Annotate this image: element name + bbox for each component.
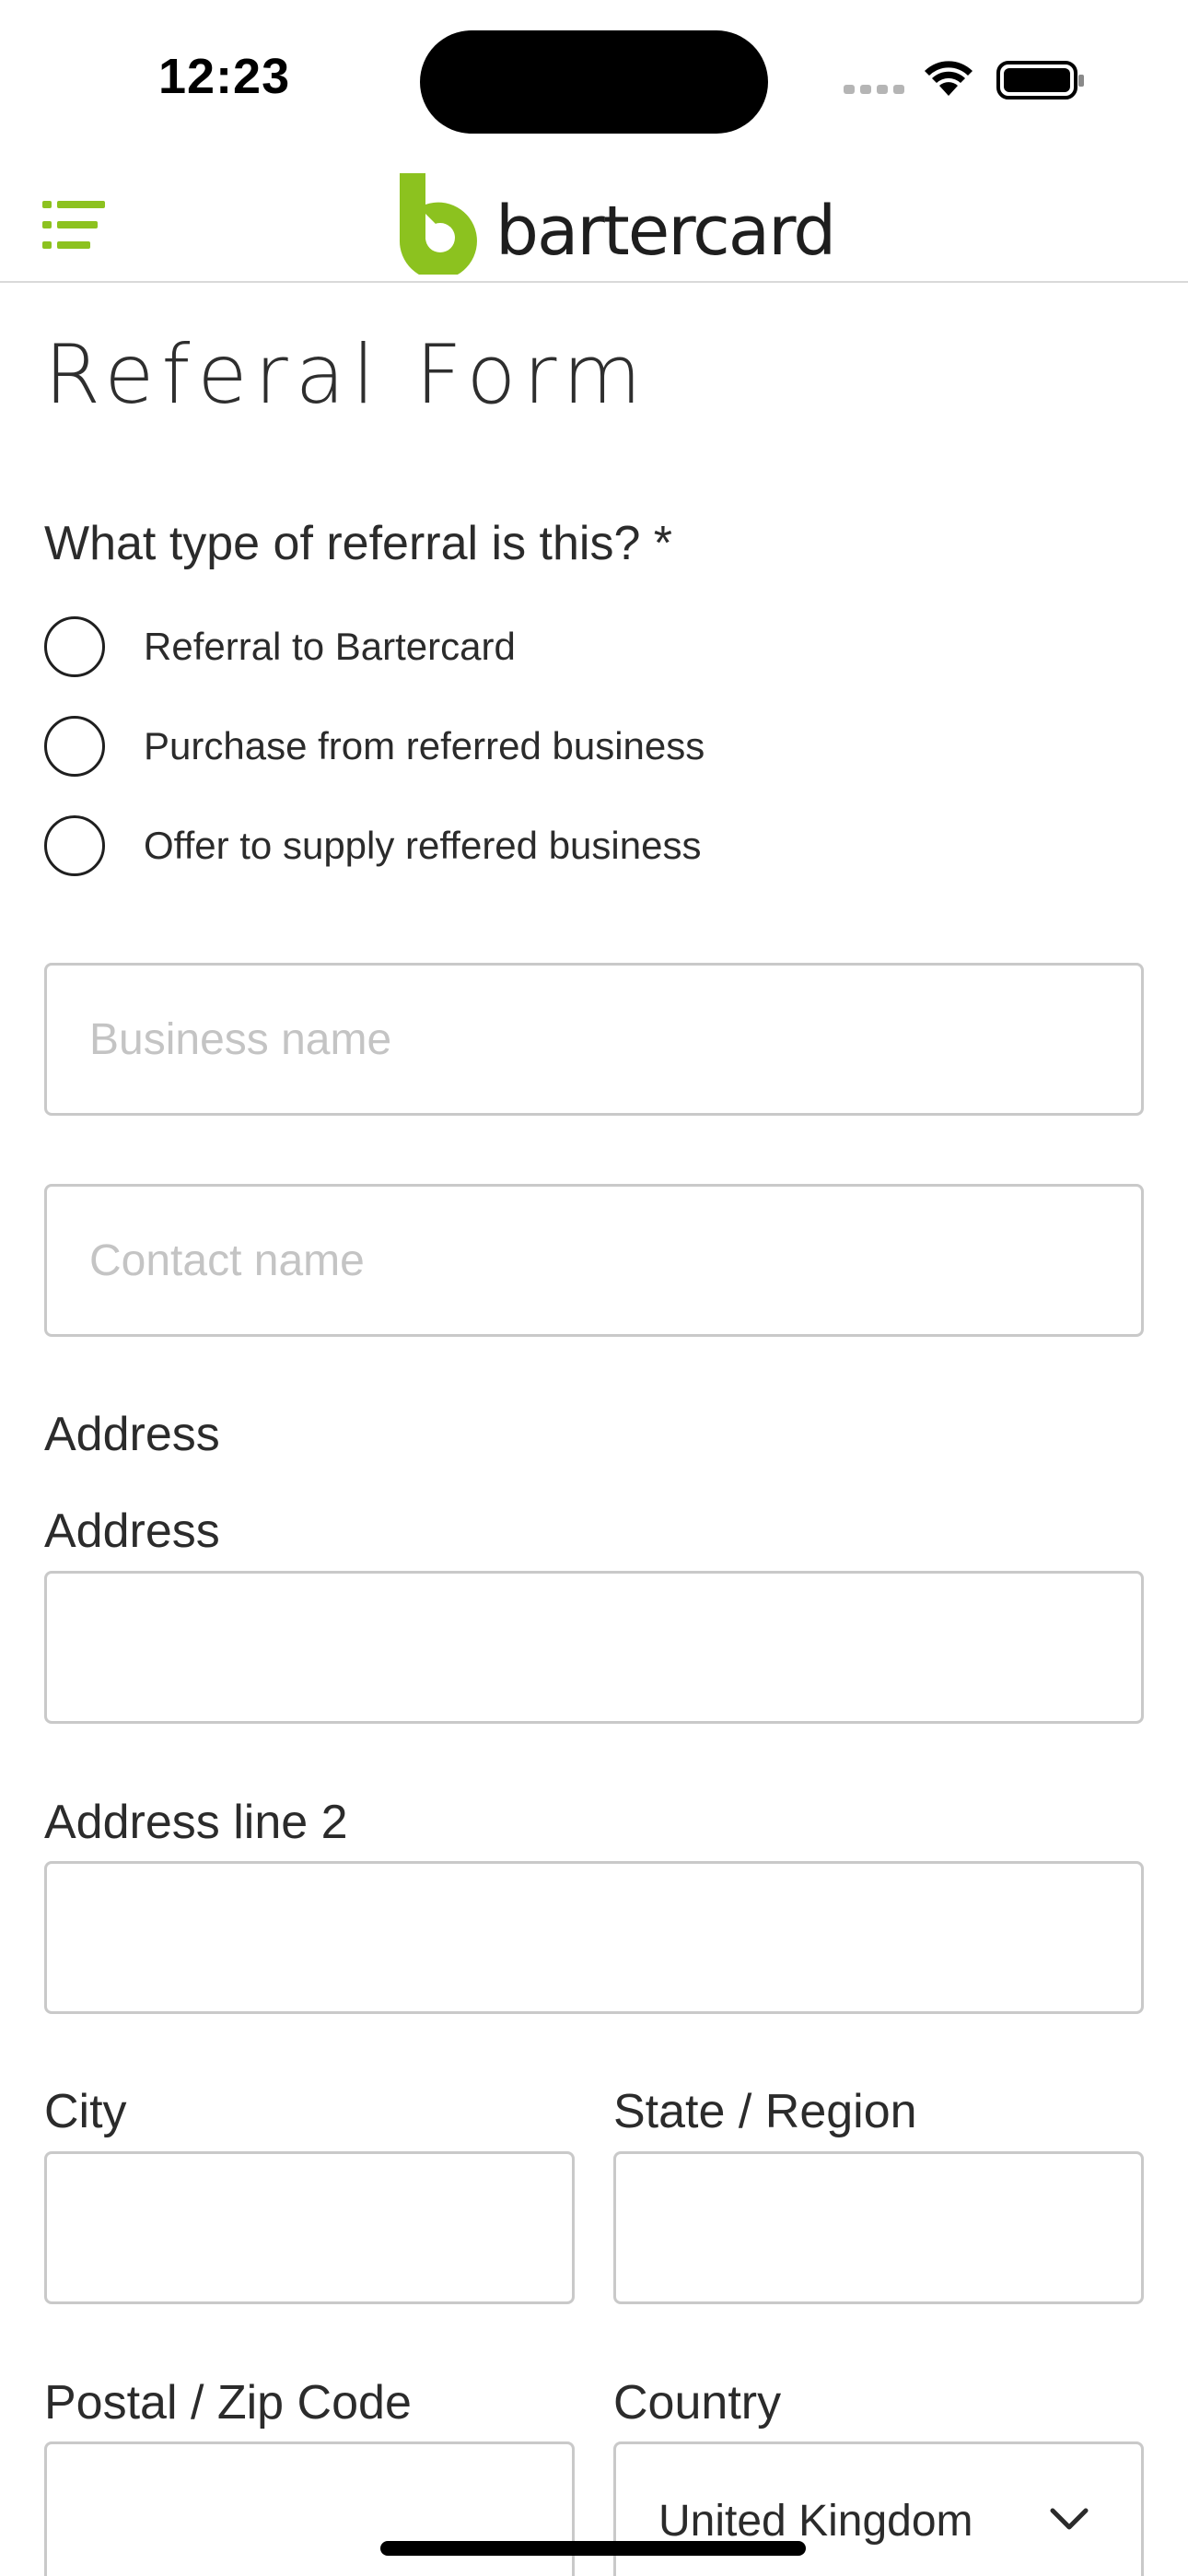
wifi-icon: [925, 61, 973, 96]
referral-form-page: 12:23 bartercard Referal Form What type …: [0, 0, 1188, 2576]
cellular-signal-icon: [844, 85, 904, 94]
hamburger-menu-icon[interactable]: [42, 199, 107, 251]
address-section-heading: Address: [44, 1408, 220, 1461]
address-label: Address: [44, 1505, 220, 1558]
contact-name-input[interactable]: [44, 1184, 1144, 1337]
status-icons: [844, 61, 1084, 100]
radio-button[interactable]: [44, 716, 105, 777]
address-line2-label: Address line 2: [44, 1796, 348, 1849]
radio-button[interactable]: [44, 815, 105, 876]
country-label: Country: [613, 2376, 782, 2430]
radio-button[interactable]: [44, 616, 105, 677]
business-name-input[interactable]: [44, 963, 1144, 1116]
logo-text: bartercard: [495, 192, 836, 271]
city-input[interactable]: [44, 2151, 575, 2304]
referral-type-question: What type of referral is this? *: [44, 517, 673, 570]
chevron-down-icon: [1050, 2508, 1089, 2530]
page-title: Referal Form: [44, 327, 649, 422]
battery-icon: [996, 61, 1084, 100]
radio-referral-to-bartercard[interactable]: Referral to Bartercard: [44, 614, 516, 680]
dynamic-island: [420, 30, 768, 134]
address-line2-input[interactable]: [44, 1861, 1144, 2014]
country-select[interactable]: United Kingdom: [613, 2441, 1144, 2576]
bartercard-logo[interactable]: bartercard: [398, 171, 836, 275]
state-region-label: State / Region: [613, 2085, 917, 2138]
radio-label: Purchase from referred business: [144, 724, 705, 767]
city-label: City: [44, 2085, 127, 2138]
home-indicator: [380, 2541, 806, 2556]
postal-code-input[interactable]: [44, 2441, 575, 2576]
app-header: bartercard: [0, 157, 1188, 283]
radio-purchase-from-referred-business[interactable]: Purchase from referred business: [44, 713, 705, 779]
postal-code-label: Postal / Zip Code: [44, 2376, 412, 2430]
radio-label: Offer to supply reffered business: [144, 824, 702, 867]
state-region-input[interactable]: [613, 2151, 1144, 2304]
radio-offer-to-supply-referred-business[interactable]: Offer to supply reffered business: [44, 813, 701, 879]
status-time: 12:23: [158, 49, 291, 104]
address-input[interactable]: [44, 1571, 1144, 1724]
country-select-value: United Kingdom: [658, 2497, 973, 2546]
status-bar: 12:23: [0, 0, 1188, 157]
radio-label: Referral to Bartercard: [144, 625, 516, 668]
bartercard-logo-icon: [399, 173, 477, 275]
